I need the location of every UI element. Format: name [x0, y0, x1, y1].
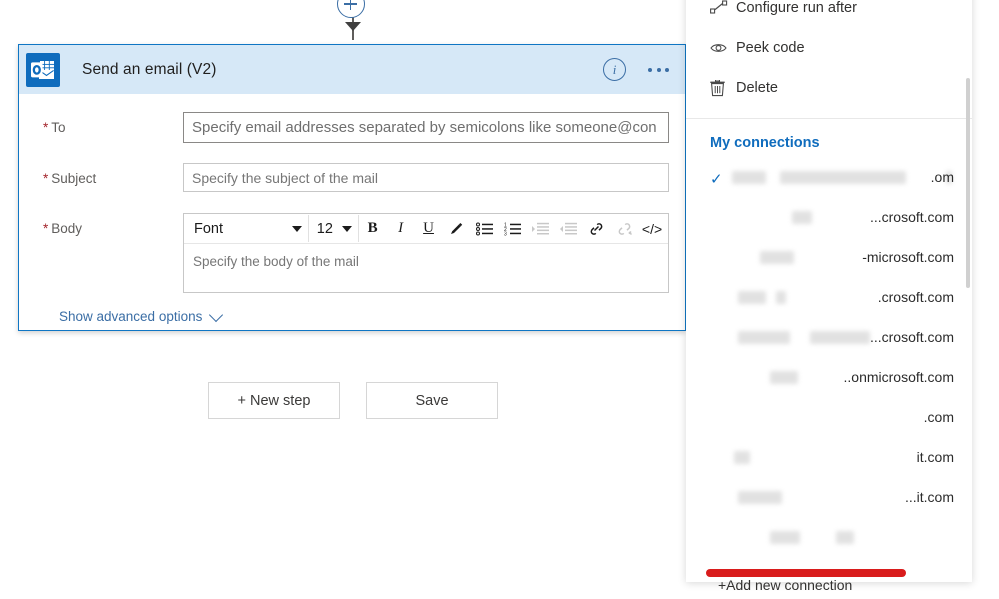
indent-icon[interactable]	[526, 215, 554, 242]
chevron-down-icon	[209, 307, 224, 322]
outlook-icon	[26, 52, 60, 87]
rte-toolbar: Font 12 B I U 1 2 3 </>	[184, 214, 668, 244]
chevron-down-icon	[291, 225, 302, 232]
outdent-icon[interactable]	[554, 215, 582, 242]
connection-row[interactable]: ...it.com	[686, 479, 972, 519]
menu-item-label: Configure run after	[736, 0, 857, 16]
connection-name-redacted: .com	[732, 409, 972, 427]
connection-name-redacted: ...it.com	[732, 489, 972, 507]
subject-input[interactable]: Specify the subject of the mail	[183, 163, 669, 192]
add-step-connector	[337, 0, 369, 40]
font-size-value: 12	[316, 220, 333, 237]
connection-name-redacted: it.com	[732, 449, 972, 467]
connection-domain: -microsoft.com	[862, 249, 954, 265]
subject-input-placeholder: Specify the subject of the mail	[192, 169, 378, 186]
flow-designer-canvas: Send an email (V2) i * To Specify email a…	[0, 0, 686, 599]
show-advanced-options-label: Show advanced options	[59, 309, 203, 324]
label-to: * To	[43, 120, 66, 135]
connection-domain: ...crosoft.com	[869, 329, 954, 345]
connection-name-redacted: -microsoft.com	[732, 249, 972, 267]
menu-item-label: Peek code	[736, 40, 805, 56]
connection-name-redacted: ..onmicrosoft.com	[732, 369, 972, 387]
to-input[interactable]: Specify email addresses separated by sem…	[183, 112, 669, 143]
connection-name-redacted: .crosoft.com	[732, 289, 972, 307]
connection-name-redacted: .om	[732, 169, 972, 187]
field-row-body: * Body Font 12 B I U 1 2 3 </> Specify t…	[19, 192, 685, 293]
label-subject: * Subject	[43, 171, 97, 186]
connection-domain: .crosoft.com	[877, 289, 954, 305]
connection-domain: it.com	[916, 449, 954, 465]
send-email-action-card[interactable]: Send an email (V2) i * To Specify email a…	[18, 44, 686, 331]
field-row-to: * To Specify email addresses separated by…	[19, 94, 685, 143]
connection-row[interactable]: .crosoft.com	[686, 279, 972, 319]
designer-action-buttons: + New step Save	[208, 382, 498, 419]
highlight-annotation-bar	[706, 569, 906, 577]
text-color-icon[interactable]	[443, 215, 471, 242]
required-asterisk: *	[43, 171, 49, 186]
save-button[interactable]: Save	[366, 382, 498, 419]
connections-list: ✓ .om ...crosoft.com -microsoft.com .crosoft…	[686, 159, 972, 559]
required-asterisk: *	[43, 221, 49, 236]
to-input-placeholder: Specify email addresses separated by sem…	[192, 119, 657, 136]
connection-row[interactable]: ...crosoft.com	[686, 319, 972, 359]
code-view-icon[interactable]: </>	[638, 215, 666, 242]
chevron-down-icon	[341, 225, 352, 232]
menu-item-configure-run-after[interactable]: Configure run after	[686, 0, 972, 28]
body-rich-text-editor[interactable]: Font 12 B I U 1 2 3 </> Specify the body…	[183, 213, 669, 293]
menu-item-delete[interactable]: Delete	[686, 68, 972, 108]
connector-arrow-icon	[345, 22, 361, 31]
connection-row[interactable]: ..onmicrosoft.com	[686, 359, 972, 399]
info-icon[interactable]: i	[603, 58, 626, 81]
unlink-icon[interactable]	[610, 215, 638, 242]
context-menu: Configure run after Peek code Delete	[686, 0, 972, 119]
connection-domain: .om	[930, 169, 954, 185]
plus-circle-icon[interactable]	[337, 0, 365, 18]
trash-icon	[710, 79, 736, 97]
connection-name-redacted	[732, 531, 972, 547]
action-context-panel: Configure run after Peek code Delete My …	[686, 0, 972, 593]
field-row-subject: * Subject Specify the subject of the mail	[19, 143, 685, 192]
connection-domain: ..onmicrosoft.com	[843, 369, 954, 385]
show-advanced-options-link[interactable]: Show advanced options	[59, 307, 224, 324]
connection-domain: .com	[923, 409, 954, 425]
bold-icon[interactable]: B	[359, 215, 387, 242]
bulleted-list-icon[interactable]	[470, 215, 498, 242]
eye-icon	[710, 41, 736, 55]
font-family-dropdown[interactable]: Font	[186, 215, 309, 242]
label-body: * Body	[43, 221, 83, 236]
svg-text:3: 3	[504, 231, 507, 236]
menu-item-peek-code[interactable]: Peek code	[686, 28, 972, 68]
body-input-placeholder: Specify the body of the mail	[193, 254, 359, 269]
my-connections-header: My connections	[710, 135, 820, 151]
numbered-list-icon[interactable]: 1 2 3	[498, 215, 526, 242]
new-step-button[interactable]: + New step	[208, 382, 340, 419]
connection-name-redacted: ...crosoft.com	[732, 209, 972, 227]
font-family-value: Font	[194, 220, 224, 237]
connection-row[interactable]: ...crosoft.com	[686, 199, 972, 239]
connection-domain: ...it.com	[904, 489, 954, 505]
card-header: Send an email (V2) i	[19, 45, 685, 94]
connection-domain: ...crosoft.com	[869, 209, 954, 225]
required-asterisk: *	[43, 120, 49, 135]
underline-icon[interactable]: U	[415, 215, 443, 242]
configure-run-after-icon	[710, 0, 736, 16]
italic-icon[interactable]: I	[387, 215, 415, 242]
card-header-actions: i	[603, 45, 671, 94]
connection-name-redacted: ...crosoft.com	[732, 329, 972, 347]
connection-row[interactable]: -microsoft.com	[686, 239, 972, 279]
body-input[interactable]: Specify the body of the mail	[184, 244, 668, 292]
font-size-dropdown[interactable]: 12	[309, 215, 359, 242]
card-body: * To Specify email addresses separated by…	[19, 94, 685, 330]
menu-item-label: Delete	[736, 80, 778, 96]
ellipsis-icon[interactable]	[646, 62, 671, 78]
connection-row[interactable]: .com	[686, 399, 972, 439]
panel-scrollbar[interactable]	[966, 78, 970, 288]
check-icon: ✓	[710, 171, 723, 188]
connection-row[interactable]: it.com	[686, 439, 972, 479]
card-title: Send an email (V2)	[82, 60, 217, 78]
connection-row[interactable]: ✓ .om	[686, 159, 972, 199]
connection-row[interactable]	[686, 519, 972, 559]
link-icon[interactable]	[582, 215, 610, 242]
